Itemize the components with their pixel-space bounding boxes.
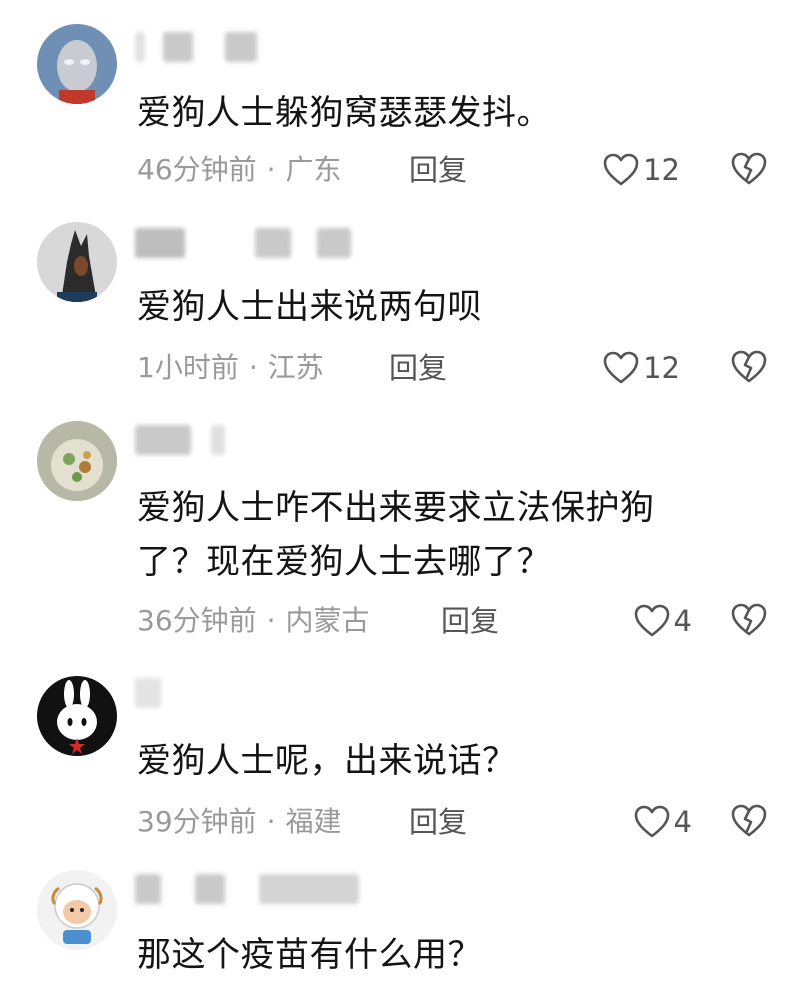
comment-text: 爱狗人士呢，出来说话？ — [137, 741, 517, 781]
like-count: 4 — [673, 805, 692, 839]
username-blurred[interactable] — [135, 874, 395, 904]
broken-heart-icon — [731, 152, 767, 185]
username-blurred[interactable] — [135, 32, 395, 62]
comment-meta: 39分钟前 · 福建 — [137, 804, 342, 840]
comment-item: 爱狗人士出来说两句呗 1小时前 · 江苏 回复 12 — [0, 222, 800, 402]
dislike-button[interactable] — [731, 152, 767, 188]
like-button[interactable]: 12 — [603, 152, 680, 188]
meta-separator: · — [266, 805, 276, 838]
comment-item: 爱狗人士呢，出来说话？ 39分钟前 · 福建 回复 4 — [0, 676, 800, 856]
comment-text: 爱狗人士出来说两句呗 — [137, 287, 482, 327]
comment-item: 爱狗人士咋不出来要求立法保护狗 了？现在爱狗人士去哪了？ 36分钟前 · 内蒙古 回… — [0, 421, 800, 651]
comment-location: 福建 — [285, 805, 342, 838]
username-blurred[interactable] — [135, 228, 395, 258]
broken-heart-icon — [731, 603, 767, 636]
like-count: 4 — [673, 604, 692, 638]
comment-feed: 爱狗人士躲狗窝瑟瑟发抖。 46分钟前 · 广东 回复 12 爱狗人士出来说两句呗… — [0, 0, 800, 1003]
meta-separator: · — [266, 604, 276, 637]
comment-location: 江苏 — [267, 351, 324, 384]
avatar[interactable] — [37, 222, 117, 302]
like-count: 12 — [643, 351, 680, 385]
dislike-button[interactable] — [731, 603, 767, 639]
dislike-button[interactable] — [731, 350, 767, 386]
meta-separator: · — [248, 351, 258, 384]
comment-location: 内蒙古 — [285, 604, 370, 637]
comment-time: 46分钟前 — [137, 153, 257, 186]
comment-time: 39分钟前 — [137, 805, 257, 838]
comment-text: 爱狗人士躲狗窝瑟瑟发抖。 — [137, 93, 551, 133]
dislike-button[interactable] — [731, 804, 767, 840]
comment-text: 那这个疫苗有什么用？ — [137, 935, 482, 975]
heart-outline-icon — [603, 153, 639, 186]
reply-button[interactable]: 回复 — [409, 152, 467, 188]
avatar-sheep-icon — [37, 870, 117, 950]
like-button[interactable]: 4 — [634, 804, 692, 840]
comment-text: 爱狗人士咋不出来要求立法保护狗 了？现在爱狗人士去哪了？ — [137, 488, 655, 582]
like-button[interactable]: 4 — [634, 603, 692, 639]
like-button[interactable]: 12 — [603, 350, 680, 386]
comment-meta: 1小时前 · 江苏 — [137, 350, 324, 386]
heart-outline-icon — [603, 351, 639, 384]
avatar-dog-icon — [37, 222, 117, 302]
avatar-ultraman-icon — [37, 24, 117, 104]
avatar-food-icon — [37, 421, 117, 501]
reply-button[interactable]: 回复 — [409, 804, 467, 840]
comment-meta: 46分钟前 · 广东 — [137, 152, 342, 188]
username-blurred[interactable] — [135, 425, 395, 455]
comment-time: 36分钟前 — [137, 604, 257, 637]
comment-item: 爱狗人士躲狗窝瑟瑟发抖。 46分钟前 · 广东 回复 12 — [0, 24, 800, 204]
comment-item: 那这个疫苗有什么用？ — [0, 870, 800, 1003]
comment-meta: 36分钟前 · 内蒙古 — [137, 603, 370, 639]
avatar[interactable] — [37, 870, 117, 950]
reply-button[interactable]: 回复 — [441, 603, 499, 639]
reply-button[interactable]: 回复 — [389, 350, 447, 386]
avatar[interactable] — [37, 24, 117, 104]
avatar-rabbit-icon — [37, 676, 117, 756]
broken-heart-icon — [731, 804, 767, 837]
heart-outline-icon — [634, 805, 669, 838]
heart-outline-icon — [634, 604, 669, 637]
username-blurred[interactable] — [135, 678, 395, 708]
avatar[interactable] — [37, 421, 117, 501]
comment-location: 广东 — [285, 153, 342, 186]
like-count: 12 — [643, 153, 680, 187]
broken-heart-icon — [731, 350, 767, 383]
avatar[interactable] — [37, 676, 117, 756]
meta-separator: · — [266, 153, 276, 186]
comment-time: 1小时前 — [137, 351, 239, 384]
